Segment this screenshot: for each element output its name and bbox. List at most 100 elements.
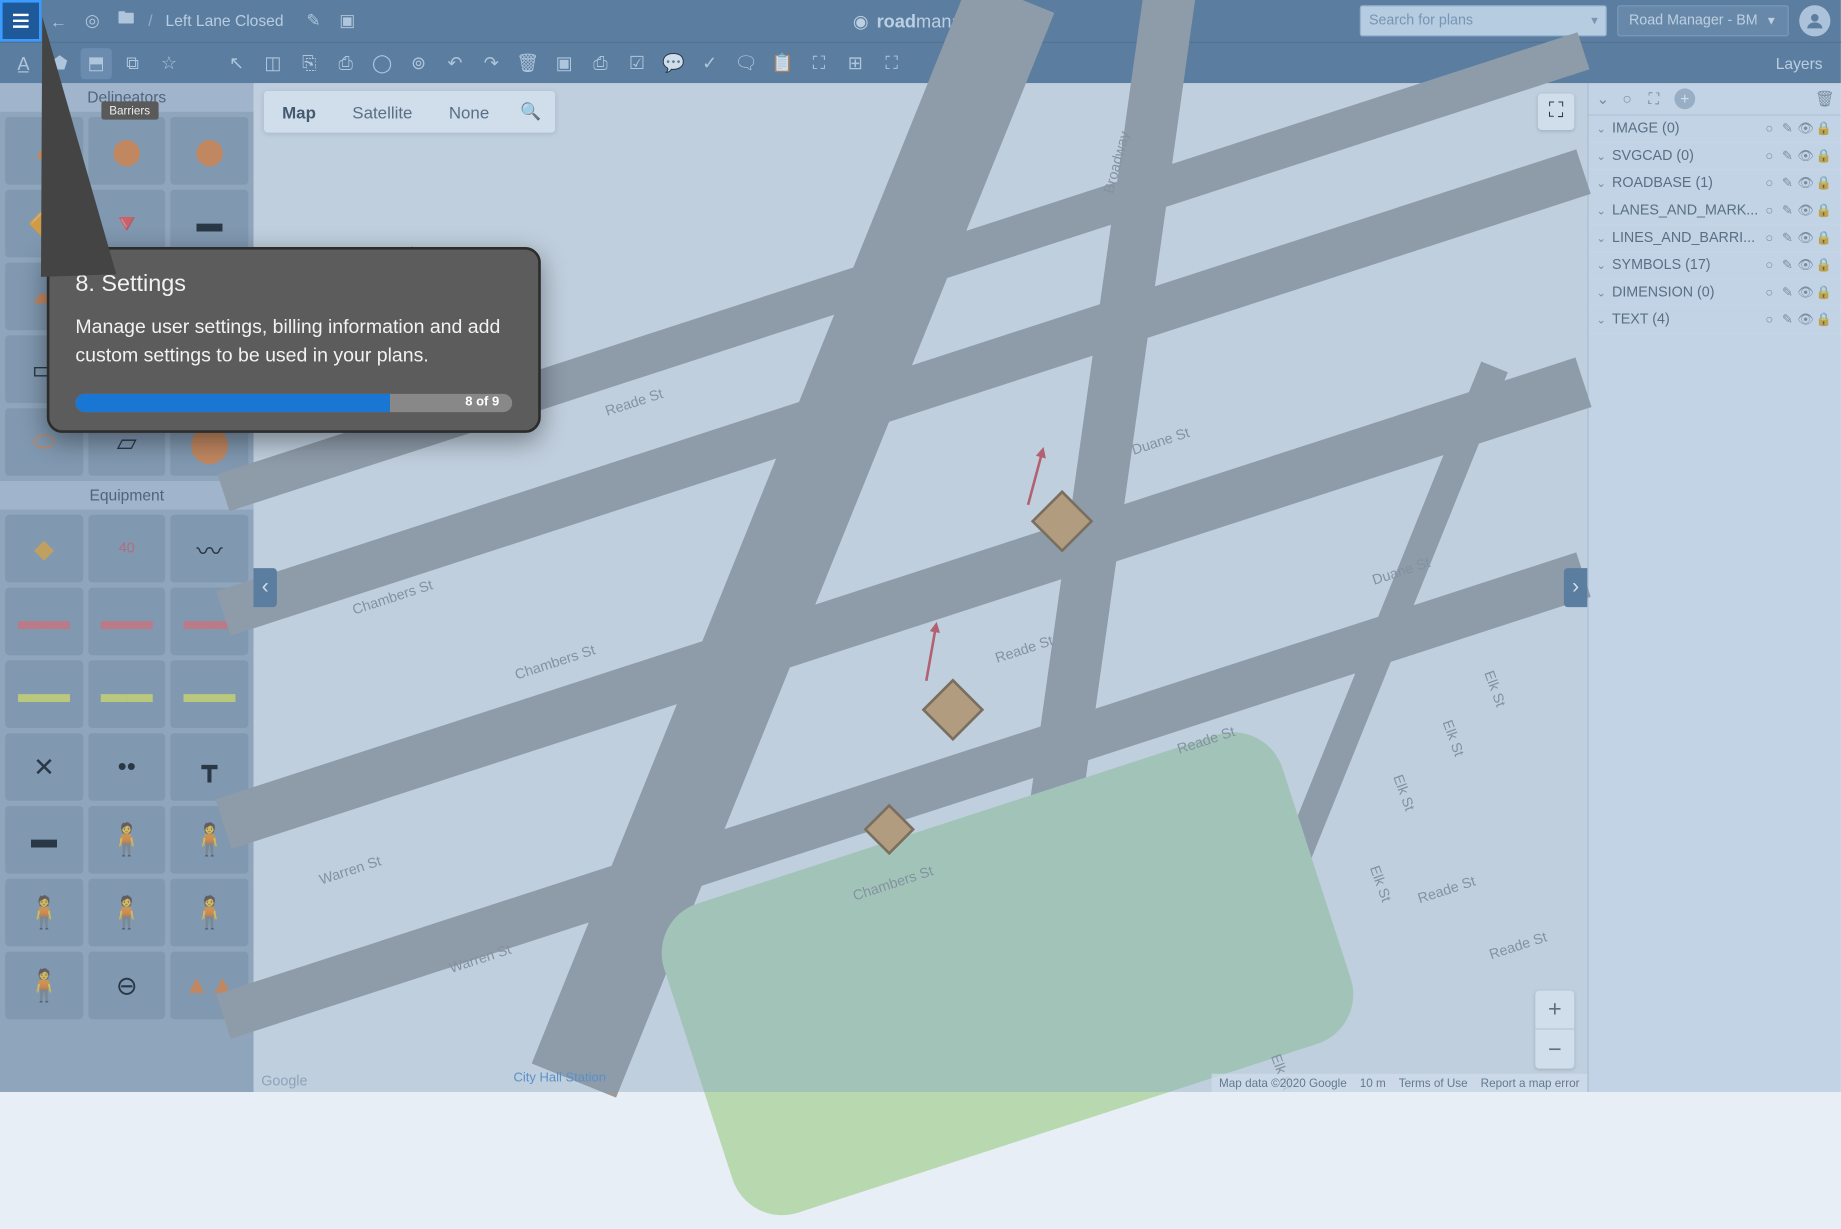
- account-icon[interactable]: [1799, 5, 1830, 36]
- palette-item[interactable]: ⊖: [88, 952, 166, 1020]
- layer-row[interactable]: ⌄SYMBOLS (17)○✎👁🔒: [1589, 252, 1841, 279]
- redo-icon[interactable]: ↷: [476, 47, 507, 78]
- print2-icon[interactable]: ⎙: [585, 47, 616, 78]
- target-icon[interactable]: ○: [1760, 122, 1778, 136]
- layer-row[interactable]: ⌄TEXT (4)○✎👁🔒: [1589, 307, 1841, 334]
- zoom-in-button[interactable]: +: [1535, 991, 1574, 1030]
- tab-satellite[interactable]: Satellite: [334, 92, 431, 132]
- palette-item[interactable]: ⬤: [171, 117, 249, 185]
- target-icon[interactable]: ○: [1760, 313, 1778, 327]
- target-icon[interactable]: ○: [1760, 176, 1778, 190]
- palette-item[interactable]: ┳: [171, 733, 249, 801]
- zoom-out-button[interactable]: −: [1535, 1030, 1574, 1069]
- check-icon[interactable]: ☑: [621, 47, 652, 78]
- palette-item[interactable]: 〰: [171, 515, 249, 583]
- lock-icon[interactable]: 🔒: [1815, 285, 1833, 299]
- target-icon[interactable]: ○: [1760, 149, 1778, 163]
- palette-item[interactable]: ▬▬: [5, 660, 83, 728]
- target-icon[interactable]: ○: [1760, 203, 1778, 217]
- map-fullscreen-button[interactable]: ⛶: [1538, 94, 1574, 130]
- palette-item[interactable]: ✕: [5, 733, 83, 801]
- map-canvas[interactable]: Broadway Reade St Reade St Reade St Read…: [253, 83, 1587, 1092]
- shape-tool-icon[interactable]: ◯: [367, 47, 398, 78]
- layer-row[interactable]: ⌄SVGCAD (0)○✎👁🔒: [1589, 143, 1841, 170]
- terms-link[interactable]: Terms of Use: [1399, 1076, 1468, 1089]
- palette-item[interactable]: ••: [88, 733, 166, 801]
- undo-icon[interactable]: ↶: [439, 47, 470, 78]
- collapse-left-button[interactable]: ‹: [253, 568, 276, 607]
- edit-icon[interactable]: ✎: [1778, 231, 1796, 245]
- palette-item[interactable]: 🧍: [88, 806, 166, 874]
- trash-icon[interactable]: 🗑: [512, 47, 543, 78]
- layer-row[interactable]: ⌄IMAGE (0)○✎👁🔒: [1589, 116, 1841, 143]
- palette-item[interactable]: ▬▬: [171, 660, 249, 728]
- add-layer-icon[interactable]: +: [1674, 88, 1695, 109]
- fullscreen-icon[interactable]: ⛶: [876, 47, 907, 78]
- tab-none[interactable]: None: [431, 92, 508, 132]
- lock-icon[interactable]: 🔒: [1815, 313, 1833, 327]
- target-icon[interactable]: ○: [1760, 258, 1778, 272]
- approve-icon[interactable]: ✓: [694, 47, 725, 78]
- palette-item[interactable]: ▬▬: [5, 588, 83, 656]
- edit-icon[interactable]: ✎: [1778, 285, 1796, 299]
- lock-icon[interactable]: 🔒: [1815, 231, 1833, 245]
- palette-item[interactable]: ◆: [5, 515, 83, 583]
- eye-icon[interactable]: 👁: [1797, 203, 1815, 217]
- eye-icon[interactable]: 👁: [1797, 313, 1815, 327]
- eye-icon[interactable]: 👁: [1797, 231, 1815, 245]
- lock-icon[interactable]: 🔒: [1815, 122, 1833, 136]
- layer-row[interactable]: ⌄LANES_AND_MARK...○✎👁🔒: [1589, 198, 1841, 225]
- print-icon[interactable]: ⎙: [330, 47, 361, 78]
- comment-icon[interactable]: 💬: [658, 47, 689, 78]
- expand-icon[interactable]: ⛶: [1648, 90, 1666, 108]
- palette-item[interactable]: 🧍: [5, 952, 83, 1020]
- eye-icon[interactable]: 👁: [1797, 176, 1815, 190]
- lock-icon[interactable]: 🔒: [1815, 149, 1833, 163]
- eye-icon[interactable]: 👁: [1797, 149, 1815, 163]
- lock-icon[interactable]: 🔒: [1815, 176, 1833, 190]
- palette-item[interactable]: 🧍: [171, 879, 249, 947]
- palette-item[interactable]: 🧍: [5, 879, 83, 947]
- star-icon[interactable]: ☆: [153, 47, 184, 78]
- page-tool-icon[interactable]: ⎘: [294, 47, 325, 78]
- search-plans-input[interactable]: Search for plans ▾: [1360, 5, 1607, 36]
- circle-icon[interactable]: ○: [1622, 90, 1640, 108]
- select-tool-icon[interactable]: ◫: [257, 47, 288, 78]
- layer-row[interactable]: ⌄ROADBASE (1)○✎👁🔒: [1589, 170, 1841, 197]
- pointer-tool-icon[interactable]: ↖: [221, 47, 252, 78]
- edit-icon[interactable]: ✎: [1778, 313, 1796, 327]
- edit-icon[interactable]: ✎: [1778, 149, 1796, 163]
- lock-icon[interactable]: 🔒: [1815, 203, 1833, 217]
- eye-icon[interactable]: 👁: [1797, 258, 1815, 272]
- edit-icon[interactable]: ✎: [1778, 258, 1796, 272]
- palette-item[interactable]: ▬: [5, 806, 83, 874]
- target-icon[interactable]: ○: [1760, 285, 1778, 299]
- add-frame-icon[interactable]: ⊞: [840, 47, 871, 78]
- palette-item[interactable]: 🧍: [88, 879, 166, 947]
- window-icon[interactable]: ▣: [330, 0, 364, 42]
- edit-icon[interactable]: ✎: [1778, 203, 1796, 217]
- user-dropdown[interactable]: Road Manager - BM ▼: [1617, 5, 1789, 36]
- clipboard-icon[interactable]: 📋: [767, 47, 798, 78]
- expand-icon[interactable]: ⛶: [803, 47, 834, 78]
- edit-icon[interactable]: ✎: [297, 0, 331, 42]
- tab-map[interactable]: Map: [264, 92, 334, 132]
- eye-icon[interactable]: 👁: [1797, 122, 1815, 136]
- palette-item[interactable]: 40: [88, 515, 166, 583]
- report-link[interactable]: Report a map error: [1481, 1076, 1580, 1089]
- locate-icon[interactable]: ⊚: [403, 47, 434, 78]
- edit-icon[interactable]: ✎: [1778, 176, 1796, 190]
- trash-icon[interactable]: 🗑: [1815, 90, 1833, 108]
- collapse-right-button[interactable]: ›: [1564, 568, 1587, 607]
- target-icon[interactable]: ○: [1760, 231, 1778, 245]
- eye-icon[interactable]: 👁: [1797, 285, 1815, 299]
- road-sign[interactable]: [922, 679, 985, 742]
- frame-icon[interactable]: ▣: [549, 47, 580, 78]
- layers-toggle[interactable]: Layers: [1776, 54, 1833, 72]
- edit-icon[interactable]: ✎: [1778, 122, 1796, 136]
- palette-item[interactable]: ▬▬: [88, 588, 166, 656]
- group-tool-icon[interactable]: ⧉: [117, 47, 148, 78]
- layer-row[interactable]: ⌄LINES_AND_BARRI...○✎👁🔒: [1589, 225, 1841, 252]
- map-search-icon[interactable]: 🔍: [507, 91, 554, 133]
- chat-icon[interactable]: 🗨: [731, 47, 762, 78]
